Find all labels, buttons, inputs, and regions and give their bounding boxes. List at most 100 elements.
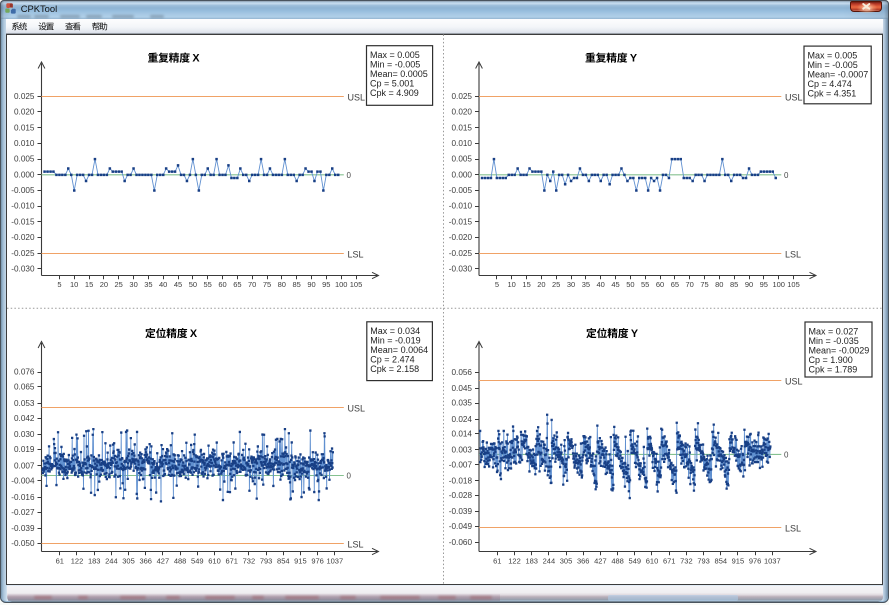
- svg-text:Max = 0.005: Max = 0.005: [808, 50, 858, 60]
- svg-text:Min = -0.005: Min = -0.005: [370, 60, 420, 70]
- svg-text:90: 90: [745, 280, 753, 289]
- svg-text:85: 85: [293, 280, 301, 289]
- svg-text:60: 60: [218, 280, 226, 289]
- svg-text:65: 65: [671, 280, 679, 289]
- svg-text:488: 488: [611, 557, 624, 566]
- svg-text:USL: USL: [785, 93, 803, 103]
- svg-text:0.010: 0.010: [14, 139, 35, 148]
- svg-text:122: 122: [508, 557, 521, 566]
- svg-text:Mean= -0.0029: Mean= -0.0029: [809, 345, 870, 355]
- svg-text:427: 427: [157, 557, 170, 566]
- svg-text:80: 80: [278, 280, 286, 289]
- svg-text:488: 488: [174, 557, 187, 566]
- svg-text:0.065: 0.065: [14, 383, 35, 392]
- svg-text:70: 70: [248, 280, 256, 289]
- svg-text:15: 15: [522, 280, 530, 289]
- svg-text:25: 25: [552, 280, 560, 289]
- svg-text:Max = 0.005: Max = 0.005: [370, 50, 420, 60]
- svg-text:610: 610: [646, 557, 659, 566]
- svg-text:1037: 1037: [326, 557, 343, 566]
- svg-text:610: 610: [208, 557, 221, 566]
- svg-text:0.019: 0.019: [14, 445, 35, 454]
- svg-text:Cpk = 1.789: Cpk = 1.789: [809, 364, 858, 374]
- svg-text:244: 244: [105, 557, 118, 566]
- svg-text:793: 793: [697, 557, 710, 566]
- svg-text:427: 427: [594, 557, 607, 566]
- svg-text:LSL: LSL: [785, 250, 801, 260]
- svg-text:10: 10: [508, 280, 516, 289]
- svg-text:Cp = 5.001: Cp = 5.001: [370, 79, 414, 89]
- svg-text:USL: USL: [348, 404, 366, 414]
- svg-text:122: 122: [71, 557, 84, 566]
- svg-text:549: 549: [629, 557, 642, 566]
- svg-text:55: 55: [204, 280, 212, 289]
- svg-text:-0.015: -0.015: [11, 217, 35, 226]
- svg-text:Max = 0.034: Max = 0.034: [370, 326, 420, 336]
- svg-text:80: 80: [715, 280, 723, 289]
- svg-text:70: 70: [686, 280, 694, 289]
- svg-text:90: 90: [307, 280, 315, 289]
- svg-text:Mean= -0.0007: Mean= -0.0007: [808, 69, 869, 79]
- svg-text:854: 854: [277, 557, 290, 566]
- svg-text:0.035: 0.035: [452, 399, 473, 408]
- svg-text:50: 50: [626, 280, 634, 289]
- svg-text:976: 976: [311, 557, 324, 566]
- svg-text:95: 95: [322, 280, 330, 289]
- svg-text:Cp = 4.474: Cp = 4.474: [808, 79, 852, 89]
- svg-text:-0.010: -0.010: [449, 202, 473, 211]
- svg-text:-0.060: -0.060: [449, 538, 473, 547]
- svg-text:5: 5: [57, 280, 61, 289]
- svg-text:0.005: 0.005: [452, 155, 473, 164]
- svg-text:Min = -0.019: Min = -0.019: [370, 336, 420, 346]
- svg-text:Y: Y: [631, 328, 639, 340]
- svg-text:-0.018: -0.018: [449, 476, 473, 485]
- svg-text:5: 5: [495, 280, 499, 289]
- svg-text:65: 65: [233, 280, 241, 289]
- svg-text:305: 305: [122, 557, 135, 566]
- svg-text:0.014: 0.014: [452, 430, 473, 439]
- svg-text:10: 10: [70, 280, 78, 289]
- svg-text:61: 61: [56, 557, 64, 566]
- svg-text:USL: USL: [348, 93, 366, 103]
- svg-text:-0.020: -0.020: [449, 233, 473, 242]
- svg-text:55: 55: [641, 280, 649, 289]
- svg-text:50: 50: [189, 280, 197, 289]
- svg-text:105: 105: [787, 280, 800, 289]
- svg-text:793: 793: [260, 557, 273, 566]
- svg-text:671: 671: [663, 557, 676, 566]
- svg-text:-0.010: -0.010: [11, 202, 35, 211]
- svg-text:25: 25: [115, 280, 123, 289]
- svg-text:0.000: 0.000: [14, 170, 35, 179]
- svg-text:0.030: 0.030: [14, 430, 35, 439]
- svg-text:Min = -0.035: Min = -0.035: [809, 336, 859, 346]
- svg-text:105: 105: [350, 280, 363, 289]
- svg-text:-0.020: -0.020: [11, 233, 35, 242]
- svg-text:0.015: 0.015: [14, 123, 35, 132]
- svg-text:Cpk = 4.351: Cpk = 4.351: [808, 88, 857, 98]
- svg-text:0.056: 0.056: [452, 368, 473, 377]
- svg-text:915: 915: [294, 557, 307, 566]
- svg-text:854: 854: [715, 557, 728, 566]
- svg-text:915: 915: [732, 557, 745, 566]
- svg-text:-0.039: -0.039: [449, 507, 473, 516]
- svg-text:45: 45: [611, 280, 619, 289]
- svg-text:45: 45: [174, 280, 182, 289]
- svg-text:35: 35: [582, 280, 590, 289]
- svg-text:100: 100: [335, 280, 348, 289]
- svg-text:366: 366: [139, 557, 152, 566]
- svg-text:-0.039: -0.039: [11, 524, 35, 533]
- svg-text:0.025: 0.025: [452, 92, 473, 101]
- svg-text:Min = -0.005: Min = -0.005: [808, 60, 858, 70]
- svg-text:0: 0: [784, 450, 789, 459]
- svg-text:0: 0: [347, 171, 352, 180]
- svg-text:0.024: 0.024: [452, 415, 473, 424]
- svg-text:Y: Y: [630, 53, 638, 65]
- svg-text:0: 0: [784, 171, 789, 180]
- svg-text:244: 244: [543, 557, 556, 566]
- svg-text:0.000: 0.000: [452, 170, 473, 179]
- svg-text:-0.028: -0.028: [449, 491, 473, 500]
- svg-text:X: X: [192, 53, 200, 65]
- svg-text:75: 75: [263, 280, 271, 289]
- svg-text:0.053: 0.053: [14, 399, 35, 408]
- svg-text:-0.004: -0.004: [11, 477, 35, 486]
